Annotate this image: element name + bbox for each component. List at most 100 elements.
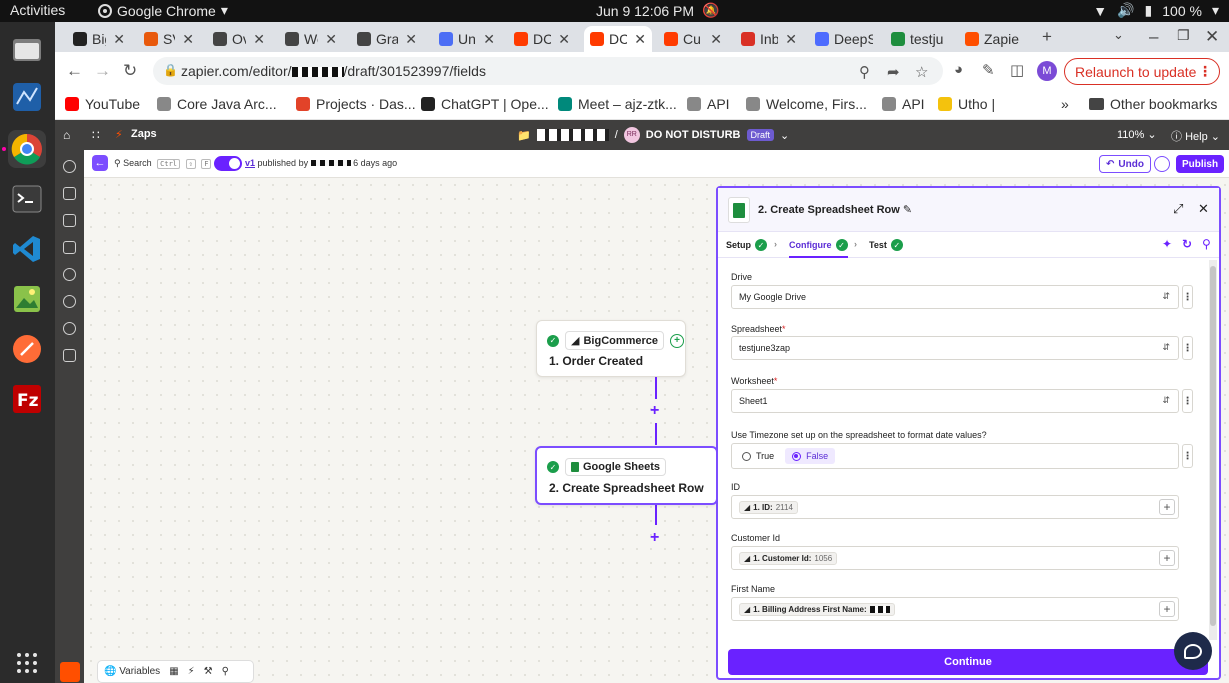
- close-tab-icon[interactable]: ✕: [253, 31, 265, 48]
- mapped-token[interactable]: ◢ 1. Billing Address First Name:: [739, 602, 895, 616]
- pencil-icon[interactable]: ✎: [903, 204, 912, 216]
- terminal-icon[interactable]: [8, 180, 46, 218]
- close-tab-icon[interactable]: ✕: [483, 31, 495, 48]
- zap-on-toggle[interactable]: [214, 156, 242, 171]
- zap-breadcrumb[interactable]: 📁 / RR DO NOT DISTURB Draft ⌄: [517, 127, 789, 143]
- profile-avatar[interactable]: M: [1037, 61, 1057, 81]
- close-tab-icon[interactable]: ✕: [405, 31, 417, 48]
- customer-id-field[interactable]: ◢ 1. Customer Id: 1056 +: [731, 546, 1179, 570]
- radio-true[interactable]: True: [735, 448, 781, 464]
- browser-tab[interactable]: We ✕: [279, 26, 343, 52]
- activities-button[interactable]: Activities: [10, 2, 65, 18]
- first-name-field[interactable]: ◢ 1. Billing Address First Name: +: [731, 597, 1179, 621]
- clock[interactable]: Jun 9 12:06 PM 🔕: [596, 2, 720, 19]
- worksheet-select[interactable]: Sheet1 ⇵: [731, 389, 1179, 413]
- relaunch-button[interactable]: Relaunch to update ⋮: [1064, 58, 1220, 85]
- close-tab-icon[interactable]: ✕: [182, 31, 194, 48]
- home-icon[interactable]: ⌂: [63, 128, 70, 142]
- settings-icon[interactable]: [63, 322, 76, 335]
- continue-button[interactable]: Continue: [728, 649, 1208, 675]
- close-tab-icon[interactable]: ✕: [634, 31, 646, 48]
- image-viewer-icon[interactable]: [8, 280, 46, 318]
- id-field[interactable]: ◢ 1. ID: 2114 +: [731, 495, 1179, 519]
- close-icon[interactable]: ✕: [1198, 201, 1209, 217]
- versions-icon[interactable]: [63, 349, 76, 362]
- search-icon[interactable]: ⚲: [1202, 237, 1211, 251]
- apps-grid-icon[interactable]: ∷: [92, 128, 100, 142]
- share-icon[interactable]: ➦: [887, 63, 900, 81]
- address-bar[interactable]: 🔒 zapier.com/editor//draft/301523997/fie…: [153, 57, 943, 85]
- apps-icon[interactable]: [63, 160, 76, 173]
- file-icon[interactable]: [63, 187, 76, 200]
- browser-tab[interactable]: Ov ✕: [207, 26, 271, 52]
- back-icon[interactable]: ←: [66, 61, 83, 81]
- browser-tab[interactable]: DC ✕: [508, 26, 576, 52]
- side-panel-icon[interactable]: ◫: [1010, 61, 1024, 79]
- step-card-trigger[interactable]: ✓ ◢ BigCommerce + 1. Order Created: [536, 320, 686, 377]
- browser-tab[interactable]: Cu ✕: [658, 26, 728, 52]
- drive-select[interactable]: My Google Drive ⇵: [731, 285, 1179, 309]
- mapped-token[interactable]: ◢ 1. ID: 2114: [739, 500, 798, 514]
- status-icon[interactable]: [63, 295, 76, 308]
- refresh-icon[interactable]: ↻: [1182, 237, 1192, 251]
- restore-icon[interactable]: ❐: [1177, 27, 1190, 44]
- extension-icon[interactable]: ◕: [954, 61, 963, 78]
- forward-icon[interactable]: →: [94, 61, 111, 81]
- close-window-icon[interactable]: ✕: [1205, 27, 1219, 47]
- close-tab-icon[interactable]: ✕: [558, 31, 570, 48]
- minimize-icon[interactable]: –: [1149, 27, 1158, 47]
- bookmark-item[interactable]: API: [882, 96, 925, 112]
- search-control[interactable]: ⚲ Search Ctrl ⇧ F: [114, 158, 212, 169]
- variables-button[interactable]: 🌐 Variables: [104, 666, 160, 677]
- show-apps-icon[interactable]: [8, 644, 46, 682]
- close-tab-icon[interactable]: ✕: [325, 31, 337, 48]
- field-options-icon[interactable]: ⋮: [1182, 336, 1193, 360]
- publish-button[interactable]: Publish: [1176, 155, 1224, 173]
- files-icon[interactable]: [8, 30, 46, 68]
- tab-search-icon[interactable]: ⌄: [1113, 27, 1124, 43]
- close-tab-icon[interactable]: ✕: [710, 31, 722, 48]
- zoom-icon[interactable]: ⚲: [859, 63, 870, 81]
- reload-icon[interactable]: ↻: [123, 61, 137, 81]
- undo-button[interactable]: ↶ Undo: [1099, 155, 1151, 173]
- browser-tab[interactable]: testju: [885, 26, 953, 52]
- panel-scrollbar[interactable]: [1209, 260, 1217, 640]
- zaps-link[interactable]: Zaps: [131, 128, 157, 140]
- bookmark-item[interactable]: API: [687, 96, 730, 112]
- radio-false[interactable]: False: [785, 448, 836, 464]
- insert-data-button[interactable]: +: [1159, 499, 1175, 515]
- more-bookmarks-icon[interactable]: »: [1061, 96, 1069, 112]
- mapped-token[interactable]: ◢ 1. Customer Id: 1056: [739, 551, 838, 565]
- panel-title[interactable]: 2. Create Spreadsheet Row ✎: [758, 203, 912, 216]
- browser-tab[interactable]: DeepS: [809, 26, 879, 52]
- wireshark-icon[interactable]: [8, 78, 46, 116]
- insert-data-button[interactable]: +: [1159, 550, 1175, 566]
- bolt-icon[interactable]: ⚡: [188, 666, 195, 677]
- expand-icon[interactable]: ⤢: [1173, 201, 1183, 217]
- system-tray[interactable]: ▼ 🔊 ▮ 100 % ▾: [1093, 2, 1219, 19]
- chrome-dock-icon[interactable]: [8, 130, 46, 168]
- zoom-level[interactable]: 110% ⌄: [1117, 128, 1157, 141]
- field-options-icon[interactable]: ⋮: [1182, 444, 1193, 468]
- search-icon[interactable]: ⚲: [222, 666, 229, 677]
- spreadsheet-select[interactable]: testjune3zap ⇵: [731, 336, 1179, 360]
- bookmark-item[interactable]: Core Java Arc...: [157, 96, 277, 112]
- history-icon[interactable]: [63, 268, 76, 281]
- bookmark-item[interactable]: Projects · Das...: [296, 96, 416, 112]
- add-step-button[interactable]: +: [650, 529, 659, 547]
- scrollbar-thumb[interactable]: [1210, 266, 1216, 626]
- bookmark-item[interactable]: Utho |: [938, 96, 995, 112]
- history-icon[interactable]: [1154, 156, 1170, 172]
- field-options-icon[interactable]: ⋮: [1182, 389, 1193, 413]
- tab-test[interactable]: Test ✓: [869, 239, 903, 251]
- bookmark-item[interactable]: Meet – ajz-ztk...: [558, 96, 677, 112]
- field-options-icon[interactable]: ⋮: [1182, 285, 1193, 309]
- tab-configure[interactable]: Configure ✓: [789, 239, 848, 258]
- app-menu[interactable]: Google Chrome ▾: [98, 2, 228, 19]
- bookmark-item[interactable]: YouTube: [65, 96, 140, 112]
- new-tab-button[interactable]: +: [1042, 27, 1052, 47]
- bookmark-star-icon[interactable]: ☆: [915, 63, 928, 81]
- close-tab-icon[interactable]: ✕: [785, 31, 797, 48]
- tab-setup[interactable]: Setup ✓: [726, 239, 768, 251]
- bookmark-item[interactable]: Welcome, Firs...: [746, 96, 867, 112]
